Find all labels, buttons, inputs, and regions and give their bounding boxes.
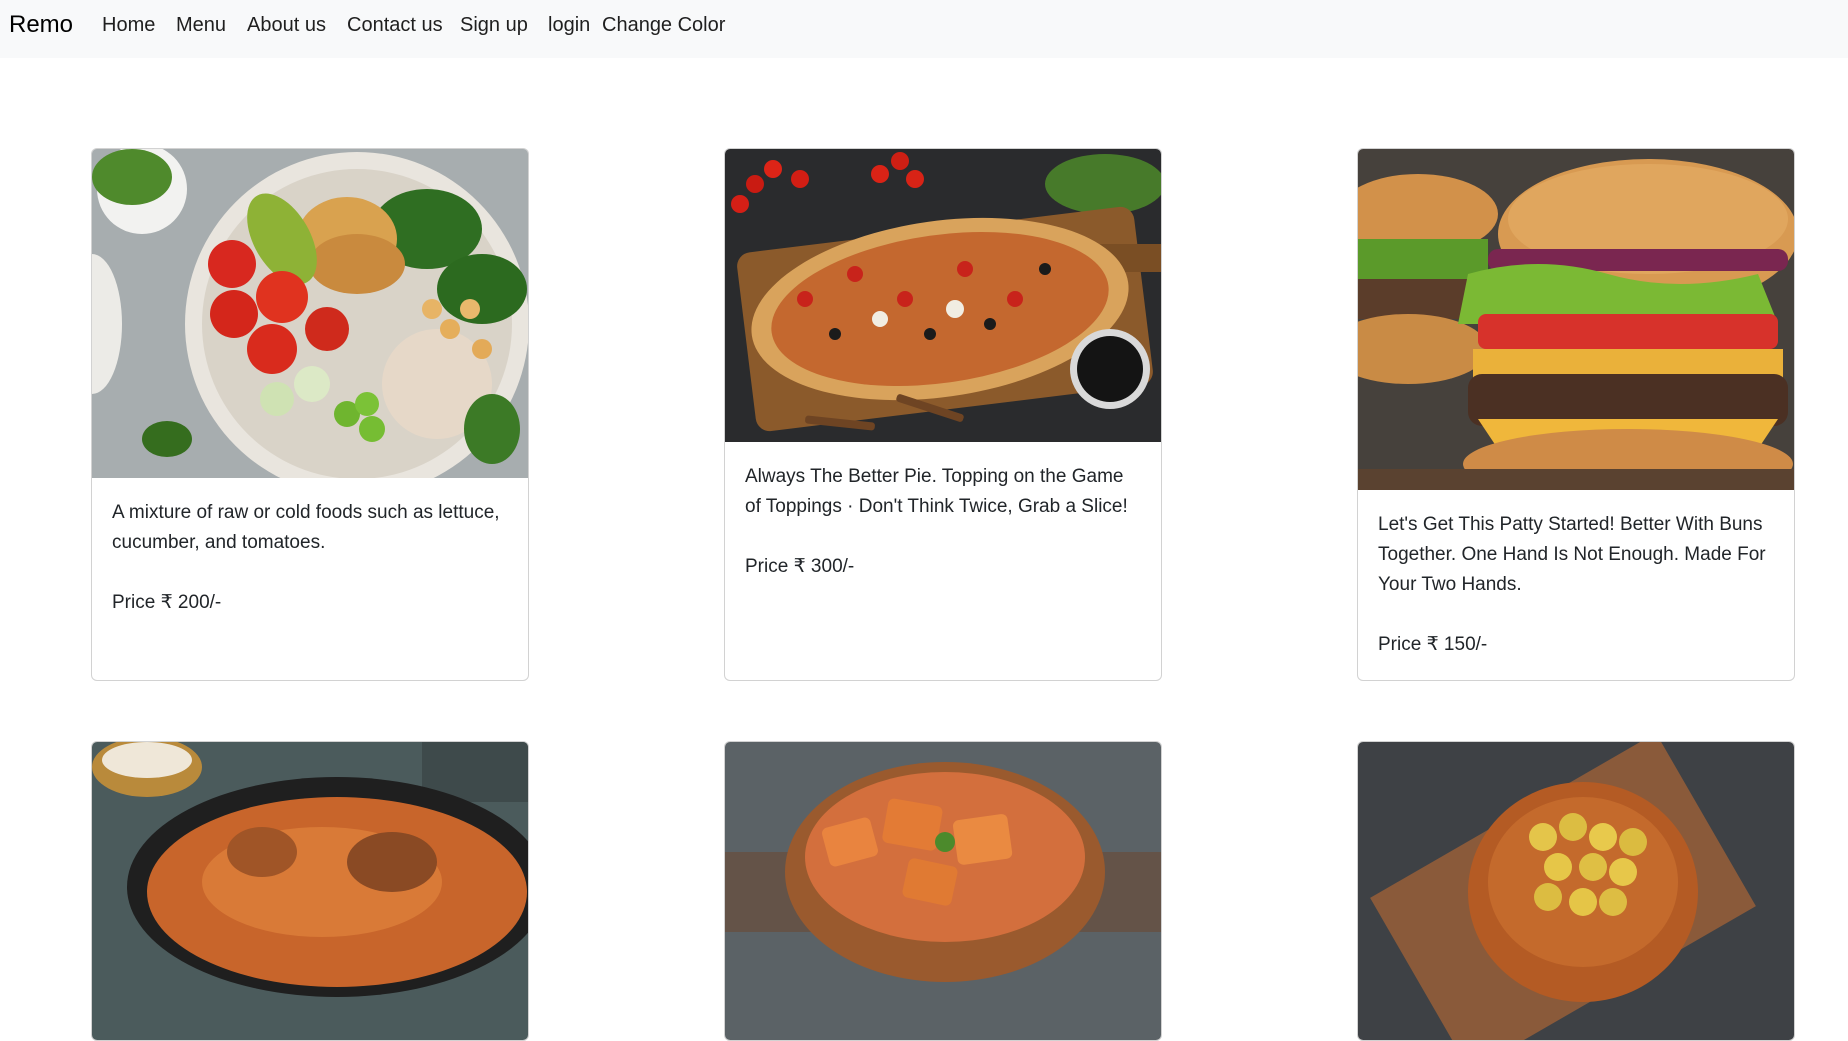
card-price: Price ₹ 300/- [745,556,855,577]
menu-card-burger: Let's Get This Patty Started! Better Wit… [1357,148,1795,681]
salad-bowl-image [92,149,528,478]
paneer-curry-image [725,742,1161,1040]
navbar: Remo Home Menu About us Contact us Sign … [0,0,1848,58]
pizza-board-image [725,149,1161,442]
menu-card-pizza: Always The Better Pie. Topping on the Ga… [724,148,1162,681]
card-description: Always The Better Pie. Topping on the Ga… [745,466,1128,517]
card-body: Let's Get This Patty Started! Better Wit… [1358,490,1794,660]
change-color-button[interactable]: Change Color [602,12,725,38]
menu-card-potato [1357,741,1795,1041]
card-price: Price ₹ 200/- [112,592,222,613]
menu-card-salad: A mixture of raw or cold foods such as l… [91,148,529,681]
nav-signup-link[interactable]: Sign up [460,12,528,38]
menu-card-biryani [91,741,529,1041]
nav-menu-link[interactable]: Menu [176,12,226,38]
biryani-image [92,742,528,1040]
potato-curry-image [1358,742,1794,1040]
nav-about-link[interactable]: About us [247,12,326,38]
menu-card-paneer [724,741,1162,1041]
card-body: A mixture of raw or cold foods such as l… [92,478,528,618]
nav-contact-link[interactable]: Contact us [347,12,443,38]
card-body: Always The Better Pie. Topping on the Ga… [725,442,1161,582]
card-description: A mixture of raw or cold foods such as l… [112,502,500,553]
nav-login-link[interactable]: login [548,12,590,38]
card-description: Let's Get This Patty Started! Better Wit… [1378,514,1766,595]
burger-image [1358,149,1794,490]
card-price: Price ₹ 150/- [1378,634,1488,655]
brand-logo[interactable]: Remo [9,10,73,40]
nav-home-link[interactable]: Home [102,12,155,38]
